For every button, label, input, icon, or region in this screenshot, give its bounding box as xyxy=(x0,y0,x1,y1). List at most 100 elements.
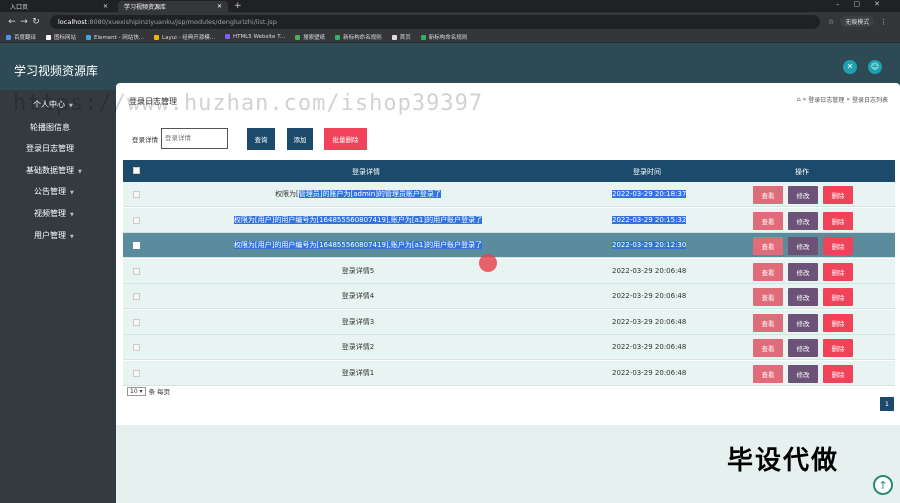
bookmark-label: 新标构命名规则 xyxy=(428,34,468,41)
url-input[interactable]: localhost:8080/xuexishipinziyuanku/jsp/m… xyxy=(50,14,820,29)
user-icon[interactable]: ☺ xyxy=(868,60,882,74)
edit-button[interactable]: 修改 xyxy=(788,313,818,332)
row-time: 2022-03-29 20:06:48 xyxy=(612,292,687,300)
view-button[interactable]: 查看 xyxy=(753,364,783,383)
row-detail: 权限为[用户]的用户编号为[164855560807419],账户为[a1]的用… xyxy=(123,240,593,250)
table-row[interactable]: 登录详情2 2022-03-29 20:06:48 查看 修改 删除 xyxy=(123,335,895,360)
delete-button[interactable]: 删除 xyxy=(823,237,853,255)
delete-button[interactable]: 删除 xyxy=(823,211,853,230)
column-header-time: 登录时间 xyxy=(633,168,661,176)
sidebar-item-user[interactable]: 用户管理 ▼ xyxy=(34,230,74,241)
edit-button[interactable]: 修改 xyxy=(788,186,818,204)
back-to-top-icon[interactable]: ↑ xyxy=(873,475,893,495)
view-button[interactable]: 查看 xyxy=(753,211,783,230)
browser-tab[interactable]: 入口页 ✕ xyxy=(4,1,114,12)
bookmarks-bar: 百度翻译 图标网站 Element - 网站快... Layui - 经典开源模...… xyxy=(0,31,900,43)
row-detail-text: 管理员]的账户为[admin]的管理员账户登录了 xyxy=(298,190,441,198)
page-size-select[interactable]: 10 ▾ xyxy=(127,386,146,396)
bookmark-item[interactable]: HTML5 Website T... xyxy=(224,33,286,40)
forward-icon[interactable]: → xyxy=(18,17,30,27)
sidebar-item-carousel[interactable]: 轮播图信息 xyxy=(30,122,70,133)
table-row[interactable]: 登录详情1 2022-03-29 20:06:48 查看 修改 删除 xyxy=(123,360,895,386)
sidebar-item-login-log[interactable]: 登录日志管理 xyxy=(26,143,74,154)
delete-button[interactable]: 删除 xyxy=(823,262,853,281)
delete-button[interactable]: 删除 xyxy=(823,364,853,383)
bookmark-label: HTML5 Website T... xyxy=(232,33,286,40)
column-header-actions: 操作 xyxy=(795,168,809,176)
edit-button[interactable]: 修改 xyxy=(788,237,818,255)
new-tab-icon[interactable]: + xyxy=(234,1,242,12)
tools-icon[interactable]: ✕ xyxy=(843,60,857,74)
row-detail-prefix: 权限为[ xyxy=(275,190,299,198)
sidebar-item-video[interactable]: 视频管理 ▼ xyxy=(34,208,74,219)
edit-button[interactable]: 修改 xyxy=(788,211,818,230)
row-detail: 登录详情2 xyxy=(123,342,593,352)
delete-button[interactable]: 删除 xyxy=(823,339,853,357)
edit-button[interactable]: 修改 xyxy=(788,262,818,281)
row-time: 2022-03-29 20:18:37 xyxy=(612,190,687,198)
address-bar: ← → ↻ localhost:8080/xuexishipinziyuanku… xyxy=(0,12,900,31)
search-input[interactable] xyxy=(161,128,228,149)
bookmark-label: 图标网站 xyxy=(54,34,77,41)
table-header: 登录详情 登录时间 操作 xyxy=(123,160,895,182)
view-button[interactable]: 查看 xyxy=(753,288,783,306)
star-icon[interactable]: ☆ xyxy=(828,18,834,26)
view-button[interactable]: 查看 xyxy=(753,313,783,332)
reload-icon[interactable]: ↻ xyxy=(30,17,42,27)
delete-button[interactable]: 删除 xyxy=(823,186,853,204)
select-all-checkbox[interactable] xyxy=(133,167,140,174)
browser-tab-active[interactable]: 学习视频资源库 ✕ xyxy=(118,1,228,12)
edit-button[interactable]: 修改 xyxy=(788,339,818,357)
close-icon[interactable]: ✕ xyxy=(103,3,108,10)
view-button[interactable]: 查看 xyxy=(753,339,783,357)
view-button[interactable]: 查看 xyxy=(753,237,783,255)
breadcrumb-item: 登录日志列表 xyxy=(851,97,888,104)
bookmark-item[interactable]: Layui - 经典开源模... xyxy=(154,33,215,41)
view-button[interactable]: 查看 xyxy=(753,186,783,204)
app-title: 学习视频资源库 xyxy=(14,64,99,78)
table-row[interactable]: 登录详情3 2022-03-29 20:06:48 查看 修改 删除 xyxy=(123,309,895,335)
delete-button[interactable]: 删除 xyxy=(823,313,853,332)
row-detail: 登录详情1 xyxy=(123,368,593,378)
bookmark-item[interactable]: 首页 xyxy=(391,33,411,41)
per-page-label: 条 每页 xyxy=(148,388,171,396)
bookmark-icon xyxy=(295,34,301,40)
promo-text: 毕设代做 xyxy=(727,446,840,476)
menu-icon[interactable]: ⋮ xyxy=(880,18,887,26)
window-controls[interactable]: –▢✕ xyxy=(836,0,894,8)
row-time: 2022-03-29 20:06:48 xyxy=(612,317,687,326)
row-detail-text: 登录详情3 xyxy=(341,317,375,326)
guest-badge[interactable]: 无痕模式 xyxy=(840,16,875,27)
sidebar-item-notice[interactable]: 公告管理 ▼ xyxy=(34,186,74,197)
close-icon[interactable]: ✕ xyxy=(217,3,222,10)
add-button[interactable]: 添加 xyxy=(287,128,313,150)
back-icon[interactable]: ← xyxy=(6,17,18,27)
bookmark-item[interactable]: 搜索壁纸 xyxy=(295,33,325,41)
sidebar-item-base-data[interactable]: 基础数据管理 ▼ xyxy=(26,165,82,176)
bookmark-item[interactable]: Element - 网站快... xyxy=(86,33,144,41)
row-detail-text: 登录详情1 xyxy=(341,368,375,377)
table-row[interactable]: 登录详情5 2022-03-29 20:06:48 查看 修改 删除 xyxy=(123,258,895,284)
edit-button[interactable]: 修改 xyxy=(788,364,818,383)
page-button[interactable]: 1 xyxy=(880,397,894,411)
home-icon[interactable]: ⌂ xyxy=(797,96,801,103)
bookmark-item[interactable]: 百度翻译 xyxy=(6,33,36,41)
search-button[interactable]: 查询 xyxy=(247,128,275,150)
bookmark-icon xyxy=(420,34,426,40)
bookmark-item[interactable]: 新标构命名规则 xyxy=(420,33,468,41)
table-row[interactable]: 权限为[用户]的用户编号为[1648555608074​19],账户为[a1]的… xyxy=(123,207,895,233)
browser-tabbar: 入口页 ✕ 学习视频资源库 ✕ + –▢✕ xyxy=(0,0,900,12)
table-row[interactable]: 权限为[管理员]的账户为[admin]的管理员账户登录了 2022-03-29 2… xyxy=(123,182,895,207)
delete-button[interactable]: 删除 xyxy=(823,288,853,306)
view-button[interactable]: 查看 xyxy=(753,262,783,281)
table-row[interactable]: 权限为[用户]的用户编号为[164855560807419],账户为[a1]的用… xyxy=(123,233,895,258)
row-detail-text: 登录详情5 xyxy=(341,266,375,275)
caret-down-icon: ▼ xyxy=(70,234,74,240)
batch-delete-button[interactable]: 批量删除 xyxy=(324,128,367,150)
bookmark-icon xyxy=(224,33,230,39)
bookmark-item[interactable]: 新标构命名规则 xyxy=(335,33,382,41)
edit-button[interactable]: 修改 xyxy=(788,288,818,306)
bookmark-item[interactable]: 图标网站 xyxy=(46,33,76,41)
table-row[interactable]: 登录详情4 2022-03-29 20:06:48 查看 修改 删除 xyxy=(123,284,895,309)
breadcrumb-item[interactable]: 登录日志管理 xyxy=(808,95,844,104)
